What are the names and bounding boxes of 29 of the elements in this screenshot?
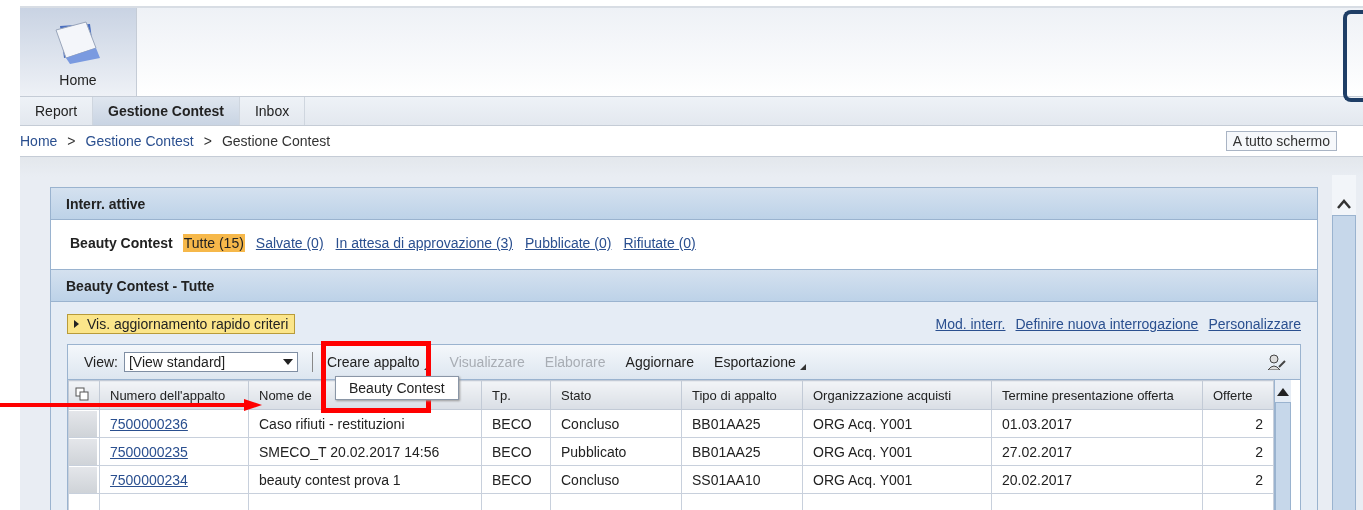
view-label: View: xyxy=(84,354,118,370)
breadcrumb-separator: > xyxy=(67,133,76,149)
table-cell: Pubblicato xyxy=(550,437,682,466)
table-cell: BECO xyxy=(481,465,551,494)
table-cell: 27.02.2017 xyxy=(991,437,1203,466)
table-cell: 20.02.2017 xyxy=(991,465,1203,494)
table-cell: Concluso xyxy=(550,465,682,494)
table-cell: Concluso xyxy=(550,409,682,438)
table-cell: beauty contest prova 1 xyxy=(248,465,482,494)
category-label: Beauty Contest xyxy=(70,235,173,251)
table-cell: BECO xyxy=(481,409,551,438)
panel-title: Beauty Contest - Tutte xyxy=(51,269,1317,302)
table-cell: ORG Acq. Y001 xyxy=(802,409,992,438)
table-cell: BECO xyxy=(481,437,551,466)
table-cell: SS01AA10 xyxy=(681,465,803,494)
table-cell: SMECO_T 20.02.2017 14:56 xyxy=(248,437,482,466)
table-cell: 01.03.2017 xyxy=(991,409,1203,438)
table-cell: Caso rifiuti - restituzioni xyxy=(248,409,482,438)
breadcrumb-item: Gestione Contest xyxy=(221,133,331,149)
table-cell: BB01AA25 xyxy=(681,437,803,466)
table-cell: ORG Acq. Y001 xyxy=(802,465,992,494)
table-cell: 2 xyxy=(1202,409,1274,438)
breadcrumb-separator: > xyxy=(203,133,212,149)
panel-title: Interr. attive xyxy=(51,188,1317,220)
table-cell: 2 xyxy=(1202,437,1274,466)
table-cell: ORG Acq. Y001 xyxy=(802,437,992,466)
table-cell: 2 xyxy=(1202,465,1274,494)
home-label: Home xyxy=(59,72,97,88)
table-cell: BB01AA25 xyxy=(681,409,803,438)
